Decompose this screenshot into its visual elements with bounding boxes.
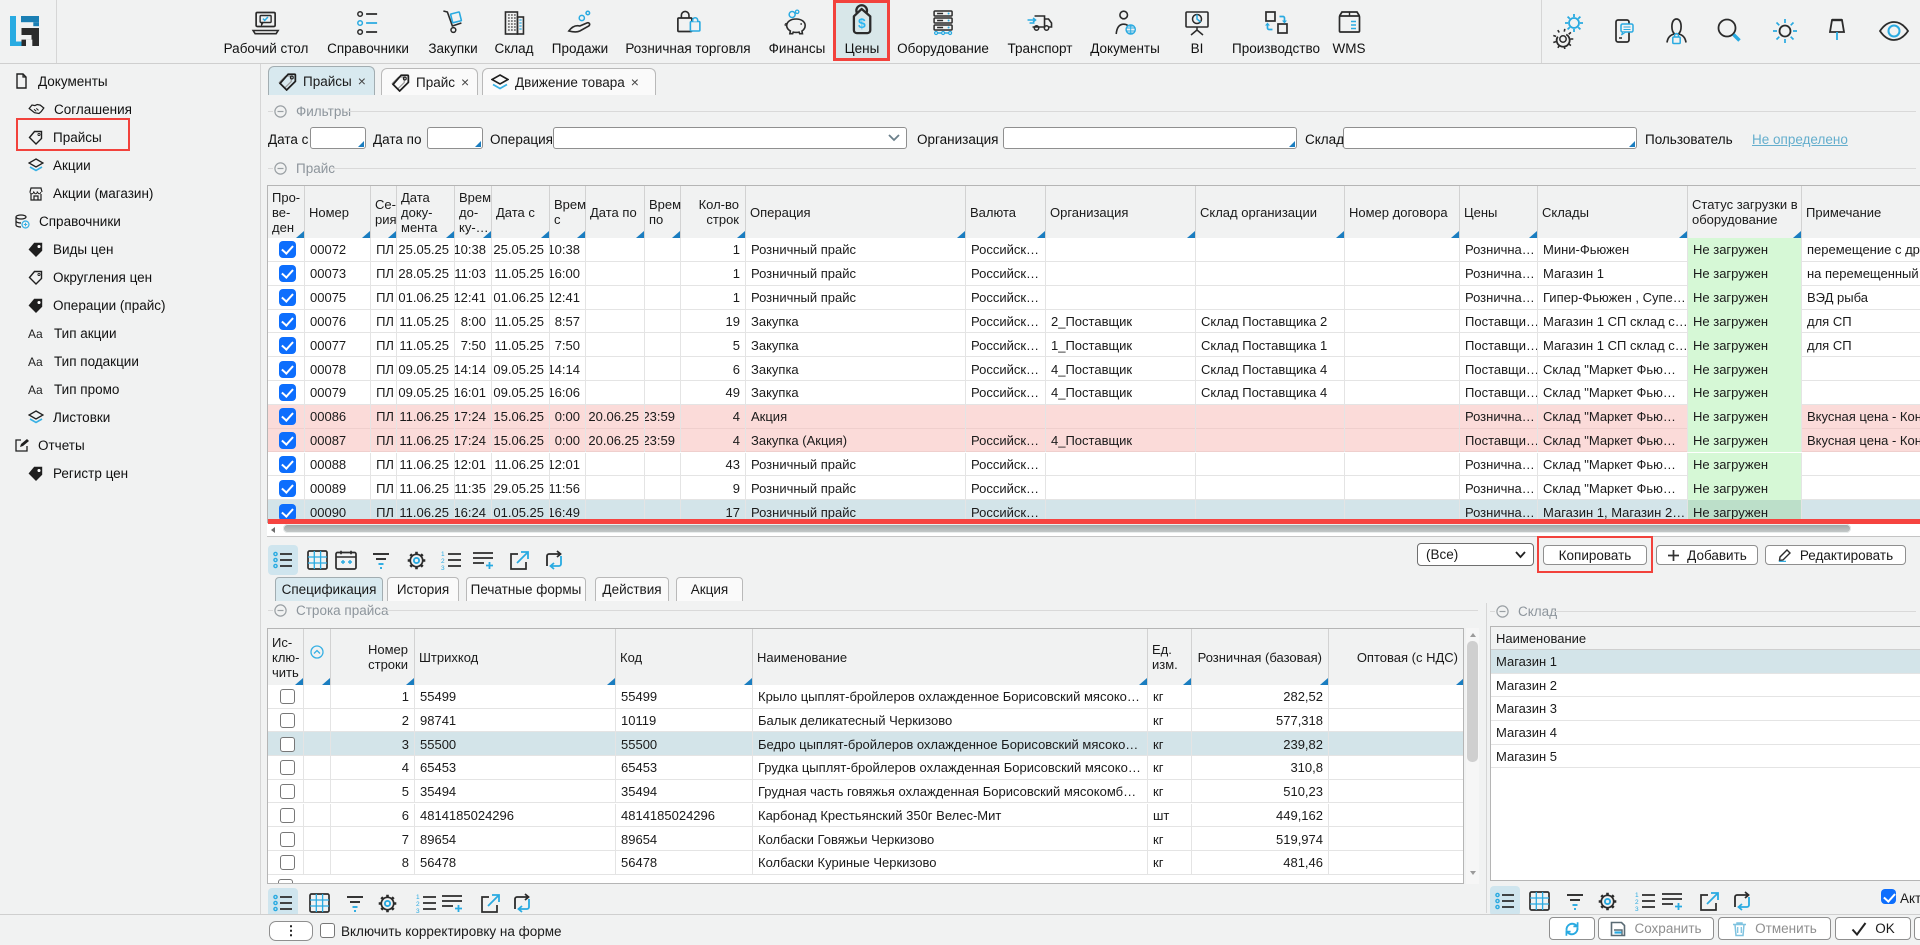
svg-text:$: $ — [858, 15, 866, 31]
svg-text:2: 2 — [1635, 899, 1639, 906]
svg-text:1: 1 — [1635, 892, 1639, 899]
svg-text:Aa: Aa — [28, 383, 43, 396]
svg-text:2: 2 — [416, 901, 420, 908]
svg-text:Aa: Aa — [28, 327, 43, 340]
svg-text:1: 1 — [441, 551, 445, 558]
svg-text:3: 3 — [441, 565, 445, 570]
svg-text:1: 1 — [416, 894, 420, 901]
svg-text:2: 2 — [441, 558, 445, 565]
svg-text:3: 3 — [416, 908, 420, 913]
svg-text:Aa: Aa — [28, 355, 43, 368]
svg-text:3: 3 — [1635, 906, 1639, 911]
